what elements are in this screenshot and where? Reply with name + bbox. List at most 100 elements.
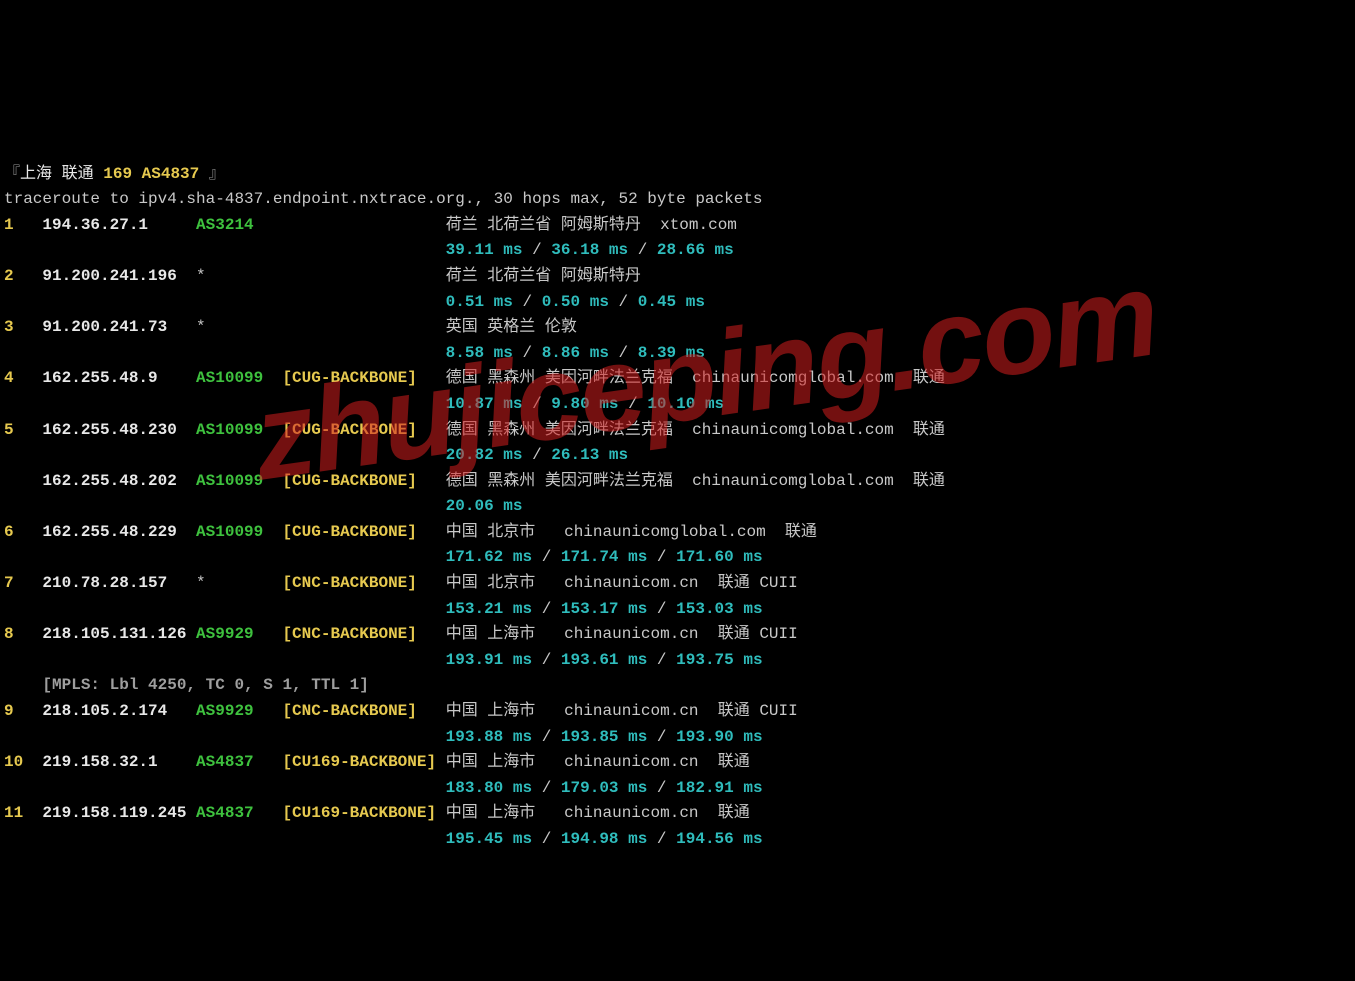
- latency-indent: [4, 293, 446, 311]
- latency-sep: /: [628, 241, 657, 259]
- hop-latency: 179.03 ms: [561, 779, 647, 797]
- hop-latency: 193.88 ms: [446, 728, 532, 746]
- hop-asn: AS10099: [196, 421, 282, 439]
- latency-sep: /: [609, 344, 638, 362]
- hop-geo: 英国 英格兰 伦敦: [446, 318, 577, 336]
- hop-bracket: [CNC-BACKBONE]: [282, 574, 445, 592]
- hop-asn: AS4837: [196, 753, 282, 771]
- hop-number: [4, 472, 42, 490]
- latency-sep: /: [647, 728, 676, 746]
- hop-latency: 193.90 ms: [676, 728, 762, 746]
- hop-asn: AS3214: [196, 216, 282, 234]
- hop-ip: 218.105.2.174: [42, 702, 196, 720]
- hop-number: 11: [4, 804, 42, 822]
- hop-geo: 中国 北京市 chinaunicomglobal.com 联通: [446, 523, 817, 541]
- hop-latency: 9.80 ms: [551, 395, 618, 413]
- hop-latency: 153.03 ms: [676, 600, 762, 618]
- hop-latency: 193.85 ms: [561, 728, 647, 746]
- hop-geo: 荷兰 北荷兰省 阿姆斯特丹: [446, 267, 641, 285]
- title-bracket-close: 』: [199, 165, 225, 183]
- hop-latency: 0.50 ms: [542, 293, 609, 311]
- hop-ip: 162.255.48.230: [42, 421, 196, 439]
- hop-ip: 210.78.28.157: [42, 574, 196, 592]
- hop-number: 5: [4, 421, 42, 439]
- hop-asn: AS10099: [196, 523, 282, 541]
- hop-number: 9: [4, 702, 42, 720]
- hop-latency: 8.86 ms: [542, 344, 609, 362]
- latency-sep: /: [647, 651, 676, 669]
- hop-ip: 162.255.48.9: [42, 369, 196, 387]
- hop-bracket: [CUG-BACKBONE]: [282, 472, 445, 490]
- latency-indent: [4, 446, 446, 464]
- hop-latency: 193.91 ms: [446, 651, 532, 669]
- hop-asn: AS9929: [196, 625, 282, 643]
- hop-latency: 194.56 ms: [676, 830, 762, 848]
- hop-geo: 中国 上海市 chinaunicom.cn 联通: [446, 804, 750, 822]
- hop-ip: 194.36.27.1: [42, 216, 196, 234]
- hop-bracket: [CUG-BACKBONE]: [282, 523, 445, 541]
- mpls-line: [MPLS: Lbl 4250, TC 0, S 1, TTL 1]: [4, 676, 369, 694]
- hop-latency: 171.62 ms: [446, 548, 532, 566]
- hop-latency: 0.51 ms: [446, 293, 513, 311]
- hop-bracket: [CUG-BACKBONE]: [282, 421, 445, 439]
- latency-indent: [4, 497, 446, 515]
- latency-indent: [4, 344, 446, 362]
- hop-bracket: [CNC-BACKBONE]: [282, 702, 445, 720]
- hop-geo: 中国 上海市 chinaunicom.cn 联通 CUII: [446, 702, 798, 720]
- hop-geo: 中国 上海市 chinaunicom.cn 联通 CUII: [446, 625, 798, 643]
- hop-asn: *: [196, 267, 282, 285]
- hop-latency: 28.66 ms: [657, 241, 734, 259]
- hop-latency: 36.18 ms: [551, 241, 628, 259]
- hop-asn: AS4837: [196, 804, 282, 822]
- latency-sep: /: [609, 293, 638, 311]
- hop-ip: 219.158.32.1: [42, 753, 196, 771]
- latency-sep: /: [619, 395, 648, 413]
- hop-bracket: [282, 267, 445, 285]
- latency-sep: /: [513, 293, 542, 311]
- hop-geo: 德国 黑森州 美因河畔法兰克福 chinaunicomglobal.com 联通: [446, 472, 945, 490]
- hop-latency: 183.80 ms: [446, 779, 532, 797]
- latency-indent: [4, 600, 446, 618]
- latency-sep: /: [513, 344, 542, 362]
- hop-ip: 162.255.48.229: [42, 523, 196, 541]
- latency-sep: /: [647, 830, 676, 848]
- latency-sep: /: [532, 600, 561, 618]
- hop-latency: 182.91 ms: [676, 779, 762, 797]
- hop-geo: 德国 黑森州 美因河畔法兰克福 chinaunicomglobal.com 联通: [446, 369, 945, 387]
- hop-latency: 193.75 ms: [676, 651, 762, 669]
- latency-sep: /: [532, 651, 561, 669]
- hop-bracket: [CUG-BACKBONE]: [282, 369, 445, 387]
- latency-sep: /: [522, 241, 551, 259]
- traceroute-output: 『上海 联通 169 AS4837 』 traceroute to ipv4.s…: [4, 162, 1351, 853]
- hop-ip: 219.158.119.245: [42, 804, 196, 822]
- latency-indent: [4, 651, 446, 669]
- hop-asn: AS9929: [196, 702, 282, 720]
- hop-number: 2: [4, 267, 42, 285]
- hop-latency: 20.82 ms: [446, 446, 523, 464]
- hop-bracket: [282, 318, 445, 336]
- latency-sep: /: [532, 779, 561, 797]
- traceroute-header: traceroute to ipv4.sha-4837.endpoint.nxt…: [4, 190, 763, 208]
- hop-bracket: [CNC-BACKBONE]: [282, 625, 445, 643]
- hop-ip: 91.200.241.73: [42, 318, 196, 336]
- title-location: 上海 联通: [20, 165, 103, 183]
- hop-latency: 39.11 ms: [446, 241, 523, 259]
- hop-bracket: [CU169-BACKBONE]: [282, 804, 445, 822]
- hop-latency: 194.98 ms: [561, 830, 647, 848]
- latency-sep: /: [522, 446, 551, 464]
- hop-number: 6: [4, 523, 42, 541]
- latency-indent: [4, 830, 446, 848]
- hop-latency: 10.87 ms: [446, 395, 523, 413]
- hop-latency: 8.39 ms: [638, 344, 705, 362]
- latency-sep: /: [647, 600, 676, 618]
- latency-indent: [4, 241, 446, 259]
- hop-asn: AS10099: [196, 369, 282, 387]
- hop-latency: 20.06 ms: [446, 497, 523, 515]
- latency-sep: /: [647, 548, 676, 566]
- hop-latency: 171.74 ms: [561, 548, 647, 566]
- hop-bracket: [282, 216, 445, 234]
- hop-number: 1: [4, 216, 42, 234]
- hop-asn: AS10099: [196, 472, 282, 490]
- latency-sep: /: [532, 830, 561, 848]
- hop-number: 4: [4, 369, 42, 387]
